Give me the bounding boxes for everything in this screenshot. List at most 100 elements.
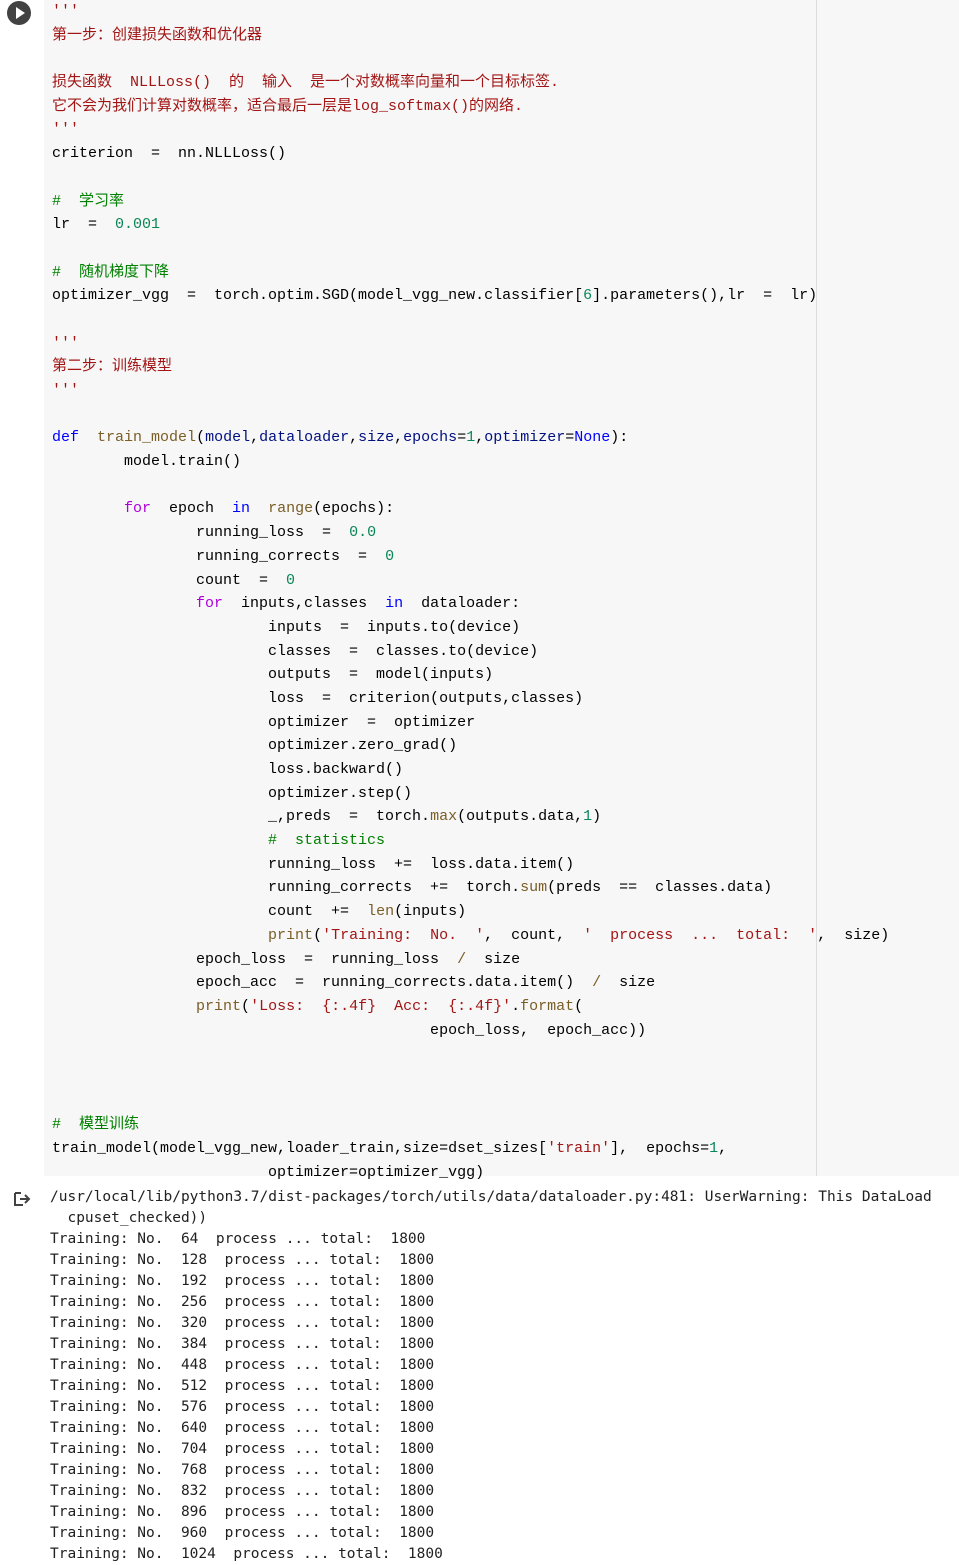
code-token: model.train()	[52, 453, 242, 471]
code-token: len	[367, 903, 395, 921]
code-line[interactable]: # 学习率	[52, 190, 889, 214]
code-token: ):	[610, 429, 629, 447]
code-line[interactable]	[52, 403, 889, 427]
run-cell-button[interactable]	[7, 1, 31, 25]
code-token: 1	[466, 429, 476, 447]
code-token: /	[592, 974, 602, 992]
code-line[interactable]: '''	[52, 0, 889, 24]
output-line: Training: No. 576 process ... total: 180…	[50, 1399, 435, 1415]
code-cell[interactable]: ''' 第一步：创建损失函数和优化器损失函数 NLLLoss() 的 输入 是一个…	[0, 0, 959, 1181]
code-line[interactable]: # statistics	[52, 829, 889, 853]
code-line[interactable]	[52, 237, 889, 261]
code-token: 1	[709, 1140, 719, 1157]
code-line[interactable]: outputs = model(inputs)	[52, 663, 889, 687]
code-line[interactable]: # 随机梯度下降	[52, 261, 889, 285]
code-line[interactable]: 第一步：创建损失函数和优化器	[52, 24, 889, 48]
code-line[interactable]	[52, 166, 889, 190]
code-line[interactable]: optimizer.zero_grad()	[52, 734, 889, 758]
code-line[interactable]: lr = 0.001	[52, 213, 889, 237]
code-token: for	[196, 595, 224, 613]
code-line[interactable]: for inputs,classes in dataloader:	[52, 592, 889, 616]
code-token: outputs = model(inputs)	[52, 666, 494, 684]
code-token: optimizer.step()	[52, 784, 413, 802]
code-line[interactable]: '''	[52, 379, 889, 403]
code-line[interactable]: optimizer.step()	[52, 782, 889, 806]
code-token: sum	[520, 879, 548, 897]
output-line: Training: No. 640 process ... total: 180…	[50, 1420, 435, 1436]
code-token: def	[52, 429, 80, 447]
code-token: lr =	[52, 216, 116, 234]
code-line[interactable]: optimizer = optimizer	[52, 711, 889, 735]
code-line[interactable]	[52, 474, 889, 498]
code-line[interactable]: inputs = inputs.to(device)	[52, 616, 889, 640]
code-line[interactable]: 损失函数 NLLLoss() 的 输入 是一个对数概率向量和一个目标标签.	[52, 71, 889, 95]
code-token: # 模型训练	[52, 1116, 140, 1134]
code-text[interactable]: ''' 第一步：创建损失函数和优化器损失函数 NLLLoss() 的 输入 是一个…	[52, 0, 889, 1184]
code-token: , size)	[817, 926, 890, 944]
code-token: running_loss += loss.data.item()	[52, 855, 575, 873]
code-token: 0	[286, 571, 296, 589]
code-line[interactable]: criterion = nn.NLLLoss()	[52, 142, 889, 166]
code-token: print	[196, 997, 242, 1015]
code-line[interactable]: running_loss = 0.0	[52, 521, 889, 545]
output-line: Training: No. 320 process ... total: 180…	[50, 1315, 435, 1331]
code-line[interactable]: for epoch in range(epochs):	[52, 497, 889, 521]
code-line[interactable]: def train_model(model,dataloader,size,ep…	[52, 426, 889, 450]
code-line[interactable]: loss.backward()	[52, 758, 889, 782]
code-line[interactable]	[52, 1066, 889, 1090]
code-line[interactable]: count += len(inputs)	[52, 900, 889, 924]
code-line[interactable]: epoch_acc = running_corrects.data.item()…	[52, 971, 889, 995]
code-line[interactable]: classes = classes.to(device)	[52, 640, 889, 664]
cell-gutter	[0, 0, 44, 1176]
output-line: Training: No. 192 process ... total: 180…	[50, 1273, 435, 1289]
output-line: Training: No. 768 process ... total: 180…	[50, 1462, 435, 1478]
code-token: count =	[52, 571, 287, 589]
code-line[interactable]: 它不会为我们计算对数概率，适合最后一层是log_softmax()的网络.	[52, 95, 889, 119]
code-token: # statistics	[52, 832, 386, 850]
code-token: for	[124, 500, 152, 518]
code-line[interactable]: print('Loss: {:.4f} Acc: {:.4f}'.format(	[52, 995, 889, 1019]
code-token: optimizer = optimizer	[52, 713, 476, 731]
code-token: dataloader:	[403, 595, 521, 613]
code-line[interactable]: '''	[52, 332, 889, 356]
code-line[interactable]: _,preds = torch.max(outputs.data,1)	[52, 805, 889, 829]
code-token: format	[520, 997, 575, 1015]
code-token: epoch_loss, epoch_acc))	[52, 1021, 647, 1039]
code-line[interactable]: running_corrects = 0	[52, 545, 889, 569]
code-line[interactable]: running_loss += loss.data.item()	[52, 853, 889, 877]
code-line[interactable]: optimizer_vgg = torch.optim.SGD(model_vg…	[52, 284, 889, 308]
code-line[interactable]: train_model(model_vgg_new,loader_train,s…	[52, 1137, 889, 1161]
code-line[interactable]: print('Training: No. ', count, ' process…	[52, 924, 889, 948]
code-token: _,preds = torch.	[52, 808, 431, 826]
code-token: model	[205, 429, 251, 447]
code-line[interactable]: 第二步：训练模型	[52, 355, 889, 379]
code-token: =	[457, 429, 467, 447]
code-token: dataloader	[259, 429, 350, 447]
code-line[interactable]	[52, 308, 889, 332]
code-line[interactable]: '''	[52, 118, 889, 142]
code-line[interactable]: model.train()	[52, 450, 889, 474]
code-token: epochs	[403, 429, 458, 447]
code-token: epoch	[151, 500, 233, 518]
code-line[interactable]: epoch_loss, epoch_acc))	[52, 1019, 889, 1043]
code-line[interactable]: # 模型训练	[52, 1113, 889, 1137]
code-token: =	[565, 429, 575, 447]
code-line[interactable]	[52, 47, 889, 71]
code-line[interactable]: epoch_loss = running_loss / size	[52, 948, 889, 972]
cell-output: /usr/local/lib/python3.7/dist-packages/t…	[50, 1187, 932, 1565]
code-line[interactable]: loss = criterion(outputs,classes)	[52, 687, 889, 711]
code-line[interactable]: optimizer=optimizer_vgg)	[52, 1161, 889, 1185]
code-line[interactable]	[52, 1042, 889, 1066]
code-line[interactable]: running_corrects += torch.sum(preds == c…	[52, 876, 889, 900]
code-token: 1	[583, 808, 593, 826]
code-token: 'Loss: {:.4f} Acc: {:.4f}'	[250, 997, 512, 1015]
code-token: 它不会为我们计算对数概率，适合最后一层是log_softmax()的网络.	[52, 97, 524, 115]
code-line[interactable]: count = 0	[52, 569, 889, 593]
code-token: /	[457, 950, 467, 968]
output-redirect-icon	[14, 1192, 31, 1206]
code-line[interactable]	[52, 1090, 889, 1114]
code-token: 第一步：创建损失函数和优化器	[52, 26, 263, 44]
output-line: Training: No. 512 process ... total: 180…	[50, 1378, 435, 1394]
code-token: ], epochs=	[610, 1140, 710, 1157]
